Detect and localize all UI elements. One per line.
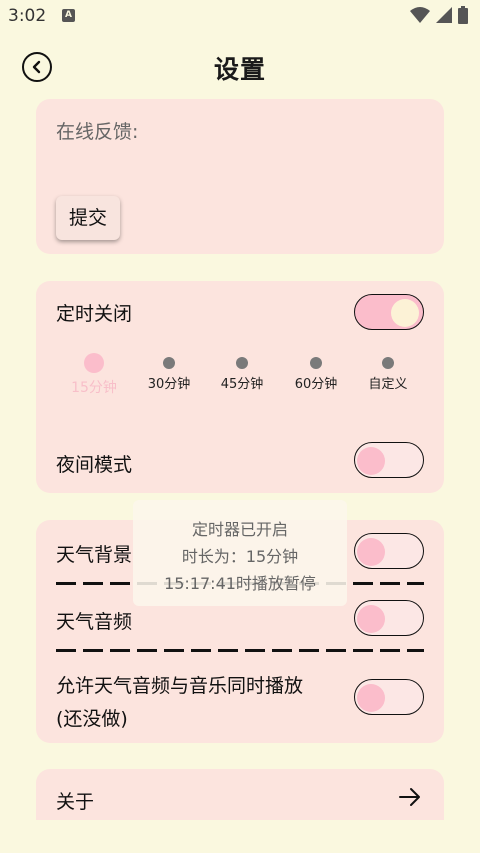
timer-option-label: 30分钟	[147, 377, 191, 392]
weather-background-label: 天气背景	[56, 544, 133, 566]
simultaneous-play-label-line1: 允许天气音频与音乐同时播放	[56, 675, 304, 697]
radio-dot	[163, 357, 175, 369]
timer-option-label: 45分钟	[220, 377, 264, 392]
radio-dot	[236, 357, 248, 369]
weather-audio-label: 天气音频	[56, 611, 133, 633]
timer-option-label: 60分钟	[294, 377, 338, 392]
dashed-divider	[56, 649, 424, 652]
toast-line-2: 时长为：15分钟	[181, 547, 299, 566]
timer-toast: 定时器已开启 时长为：15分钟 15:17:41时播放暂停	[133, 500, 347, 606]
night-mode-switch[interactable]	[354, 442, 424, 478]
feedback-card: 在线反馈: 提交	[36, 99, 444, 254]
switch-knob	[357, 605, 385, 633]
arrow-right-icon	[399, 788, 420, 806]
status-time: 3:02	[8, 6, 47, 26]
about-label: 关于	[56, 791, 95, 813]
simultaneous-play-label-line2: (还没做)	[56, 708, 128, 730]
timer-switch[interactable]	[354, 294, 424, 330]
notification-icon: A	[62, 9, 75, 22]
cellular-signal-icon	[436, 7, 452, 23]
switch-knob	[391, 299, 419, 327]
simultaneous-play-label: 允许天气音频与音乐同时播放 (还没做)	[56, 670, 303, 736]
timer-option-60[interactable]: 60分钟	[281, 357, 351, 392]
timer-card: 定时关闭 15分钟 30分钟 45分钟 60分钟 自定义 夜间模式	[36, 281, 444, 493]
night-mode-label: 夜间模式	[56, 454, 133, 476]
weather-audio-switch[interactable]	[354, 600, 424, 636]
timer-option-label: 15分钟	[71, 380, 117, 396]
timer-option-label: 自定义	[368, 377, 408, 392]
weather-background-switch[interactable]	[354, 533, 424, 569]
wifi-icon	[410, 7, 430, 23]
switch-knob	[357, 447, 385, 475]
switch-knob	[357, 684, 385, 712]
about-row[interactable]: 关于	[36, 769, 444, 820]
timer-option-45[interactable]: 45分钟	[207, 357, 277, 392]
timer-option-30[interactable]: 30分钟	[134, 357, 204, 392]
simultaneous-play-switch[interactable]	[354, 679, 424, 715]
timer-options: 15分钟 30分钟 45分钟 60分钟 自定义	[56, 353, 424, 407]
battery-icon	[458, 6, 468, 24]
switch-knob	[357, 538, 385, 566]
radio-dot	[84, 353, 104, 373]
timer-label: 定时关闭	[56, 303, 133, 325]
app-bar: 设置	[0, 44, 480, 92]
submit-button[interactable]: 提交	[56, 196, 120, 240]
timer-option-custom[interactable]: 自定义	[353, 357, 423, 392]
radio-dot	[310, 357, 322, 369]
timer-option-15[interactable]: 15分钟	[59, 353, 129, 397]
toast-line-3: 15:17:41时播放暂停	[164, 574, 316, 593]
feedback-input[interactable]: 在线反馈:	[56, 117, 138, 144]
toast-line-1: 定时器已开启	[191, 520, 288, 539]
page-title: 设置	[213, 55, 266, 84]
status-bar: 3:02 A	[0, 0, 480, 34]
status-icons	[410, 6, 468, 24]
radio-dot	[382, 357, 394, 369]
